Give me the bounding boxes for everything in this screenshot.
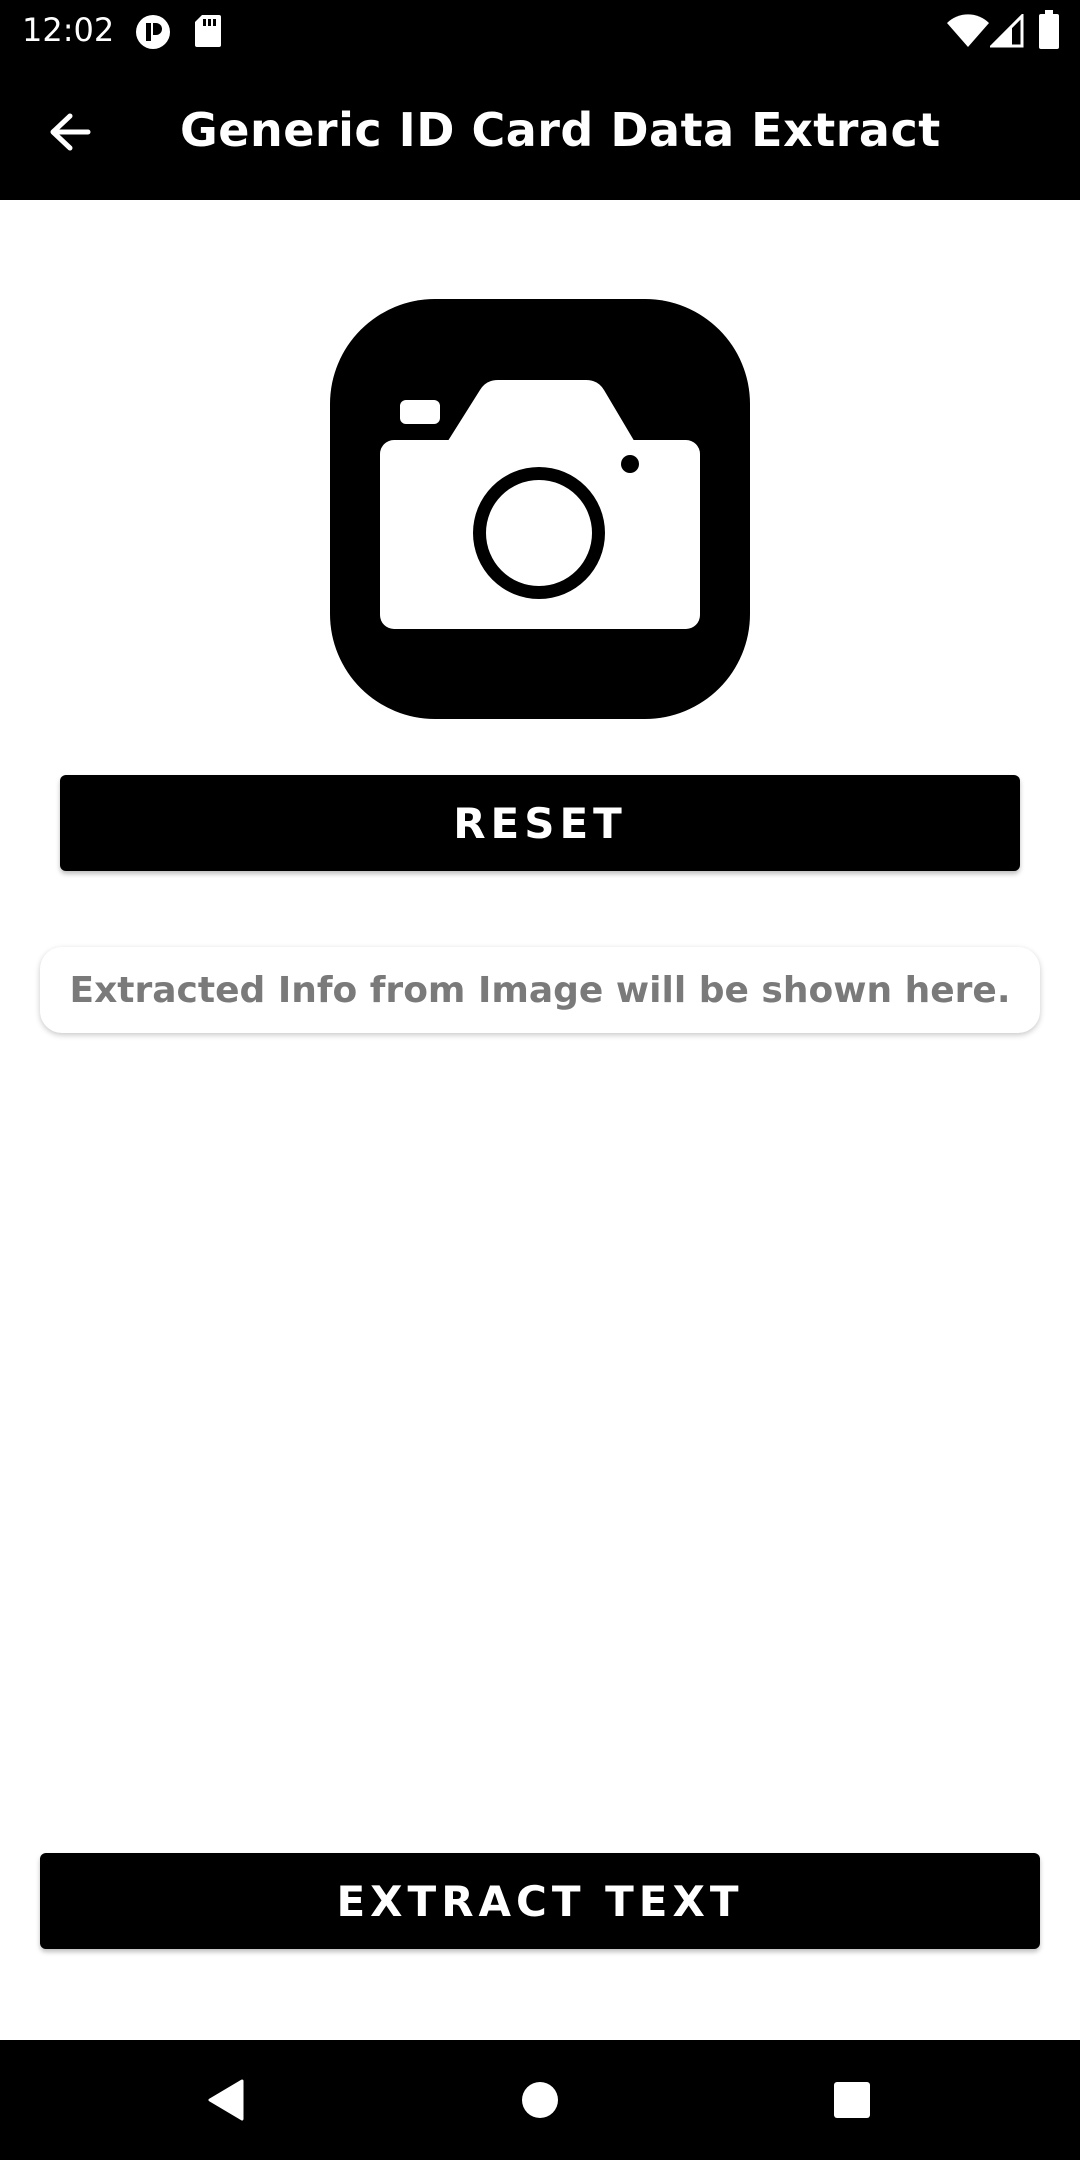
- camera-image-picker[interactable]: [330, 299, 750, 719]
- extracted-info-text: Extracted Info from Image will be shown …: [69, 969, 1011, 1011]
- arrow-back-icon: [50, 113, 91, 151]
- system-nav-bar: [0, 2040, 1080, 2160]
- app-bar: Generic ID Card Data Extract: [0, 62, 1080, 200]
- battery-icon: [1038, 10, 1060, 55]
- wifi-icon: [946, 14, 990, 53]
- nav-home-button[interactable]: [500, 2060, 580, 2140]
- notification-p-icon: [134, 14, 172, 55]
- reset-button[interactable]: RESET: [60, 775, 1020, 871]
- signal-icon: [988, 12, 1024, 53]
- home-circle-icon: [522, 2082, 558, 2118]
- back-triangle-icon: [208, 2079, 244, 2121]
- page-title: Generic ID Card Data Extract: [180, 103, 941, 157]
- extract-text-button[interactable]: EXTRACT TEXT: [40, 1853, 1040, 1949]
- reset-button-label: RESET: [453, 798, 627, 848]
- extract-text-button-label: EXTRACT TEXT: [336, 1876, 744, 1926]
- status-time: 12:02: [22, 11, 115, 49]
- status-bar: 12:02: [0, 0, 1080, 62]
- screen: 12:02 Generic ID Card Data Extract RESET…: [0, 0, 1080, 2160]
- back-button[interactable]: [30, 92, 110, 172]
- camera-icon: [380, 380, 700, 629]
- nav-back-button[interactable]: [186, 2060, 266, 2140]
- recents-square-icon: [834, 2082, 870, 2118]
- extracted-info-card: Extracted Info from Image will be shown …: [40, 947, 1040, 1033]
- sd-card-icon: [194, 14, 222, 53]
- nav-recents-button[interactable]: [812, 2060, 892, 2140]
